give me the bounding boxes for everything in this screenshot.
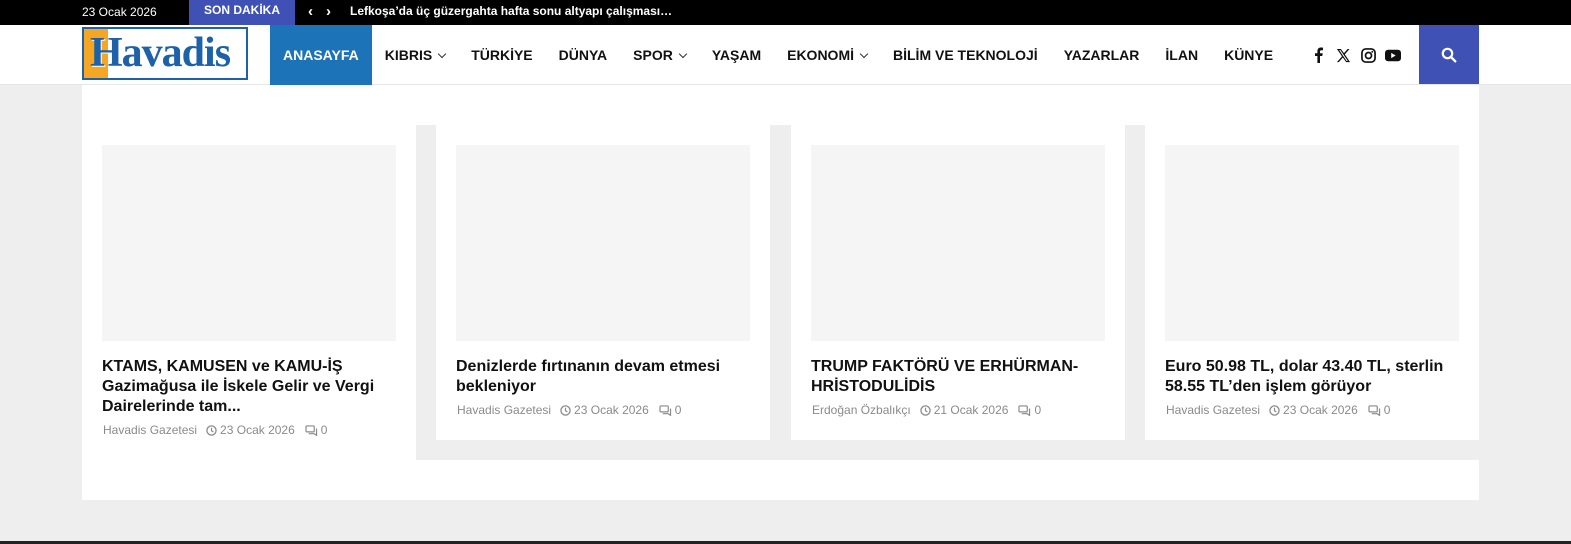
chevron-down-icon (859, 49, 869, 59)
ticker-headline-link[interactable]: Lefkoşa’da üç güzergahta hafta sonu alty… (350, 0, 672, 23)
nav-item-ekonomi[interactable]: EKONOMİ (774, 25, 880, 85)
nav-label: YAŞAM (711, 47, 762, 63)
article-meta: Havadis Gazetesi 23 Ocak 2026 0 (103, 423, 327, 437)
article-date: 21 Ocak 2026 (933, 403, 1009, 417)
article-date: 23 Ocak 2026 (574, 403, 649, 417)
instagram-icon[interactable] (1360, 47, 1376, 63)
article-card: Euro 50.98 TL, dolar 43.40 TL, sterlin 5… (1145, 125, 1479, 440)
social-links (1310, 25, 1401, 85)
nav-label: ANASAYFA (283, 47, 359, 63)
nav-item-yasam[interactable]: YAŞAM (699, 25, 774, 85)
nav-item-kunye[interactable]: KÜNYE (1211, 25, 1286, 85)
nav-item-kibris[interactable]: KIBRIS (372, 25, 458, 85)
breaking-news-label: SON DAKİKA (189, 0, 295, 25)
comment-icon (659, 404, 672, 416)
current-date: 23 Ocak 2026 (82, 5, 157, 19)
article-comment-count[interactable]: 0 (675, 403, 682, 417)
chevron-down-icon (678, 49, 688, 59)
logo-text: Havadis (90, 30, 231, 76)
article-meta: Havadis Gazetesi 23 Ocak 2026 0 (457, 403, 681, 417)
clock-icon (919, 404, 931, 416)
nav-item-dunya[interactable]: DÜNYA (546, 25, 621, 85)
facebook-icon[interactable] (1310, 47, 1326, 63)
article-date: 23 Ocak 2026 (220, 423, 295, 437)
nav-label: YAZARLAR (1063, 47, 1140, 63)
clock-icon (1269, 404, 1280, 416)
article-author[interactable]: Havadis Gazetesi (457, 403, 551, 417)
article-thumbnail[interactable] (456, 145, 750, 341)
article-author[interactable]: Havadis Gazetesi (103, 423, 197, 437)
nav-label: SPOR (633, 47, 673, 63)
article-meta: Erdoğan Özbalıkçı 21 Ocak 2026 0 (812, 403, 1041, 417)
site-logo[interactable]: Havadis (82, 27, 248, 80)
top-bar: 23 Ocak 2026 SON DAKİKA ‹ › Lefkoşa’da ü… (0, 0, 1571, 25)
nav-item-ilan[interactable]: İLAN (1152, 25, 1211, 85)
article-comment-count[interactable]: 0 (321, 423, 328, 437)
clock-icon (206, 424, 217, 436)
nav-item-bilim-teknoloji[interactable]: BİLİM VE TEKNOLOJİ (880, 25, 1051, 85)
nav-item-turkiye[interactable]: TÜRKİYE (458, 25, 545, 85)
comment-icon (305, 424, 318, 436)
chevron-down-icon (437, 49, 447, 59)
nav-label: İLAN (1165, 47, 1199, 63)
nav-label: BİLİM VE TEKNOLOJİ (893, 47, 1038, 63)
site-header: Havadis ANASAYFA KIBRIS TÜRKİYE DÜNYA SP… (0, 25, 1571, 85)
nav-item-anasayfa[interactable]: ANASAYFA (270, 25, 372, 85)
article-card: TRUMP FAKTÖRÜ VE ERHÜRMAN-HRİSTODULİDİS … (791, 125, 1125, 440)
nav-item-yazarlar[interactable]: YAZARLAR (1051, 25, 1153, 85)
clock-icon (560, 404, 571, 416)
article-title[interactable]: Denizlerde fırtınanın devam etmesi bekle… (456, 357, 756, 397)
youtube-icon[interactable] (1385, 47, 1401, 63)
article-card: KTAMS, KAMUSEN ve KAMU-İŞ Gazimağusa ile… (82, 125, 416, 460)
ticker-prev-icon[interactable]: ‹ (308, 0, 313, 23)
article-comment-count[interactable]: 0 (1384, 403, 1391, 417)
article-title[interactable]: TRUMP FAKTÖRÜ VE ERHÜRMAN-HRİSTODULİDİS (811, 357, 1091, 397)
article-meta: Havadis Gazetesi 23 Ocak 2026 0 (1166, 403, 1390, 417)
article-thumbnail[interactable] (811, 145, 1105, 341)
article-title[interactable]: KTAMS, KAMUSEN ve KAMU-İŞ Gazimağusa ile… (102, 357, 402, 417)
article-thumbnail[interactable] (102, 145, 396, 341)
search-button[interactable] (1419, 25, 1479, 84)
nav-label: DÜNYA (558, 47, 608, 63)
article-thumbnail[interactable] (1165, 145, 1459, 341)
article-comment-count[interactable]: 0 (1034, 403, 1041, 417)
nav-label: EKONOMİ (787, 47, 854, 63)
nav-label: KIBRIS (384, 47, 433, 63)
article-card: Denizlerde fırtınanın devam etmesi bekle… (436, 125, 770, 440)
ticker-next-icon[interactable]: › (326, 0, 331, 23)
x-twitter-icon[interactable] (1335, 47, 1351, 63)
article-author[interactable]: Havadis Gazetesi (1166, 403, 1260, 417)
comment-icon (1368, 404, 1381, 416)
comment-icon (1018, 404, 1031, 416)
article-title[interactable]: Euro 50.98 TL, dolar 43.40 TL, sterlin 5… (1165, 357, 1455, 397)
nav-item-spor[interactable]: SPOR (620, 25, 699, 85)
main-nav: ANASAYFA KIBRIS TÜRKİYE DÜNYA SPOR YAŞAM… (270, 25, 1286, 85)
article-date: 23 Ocak 2026 (1283, 403, 1358, 417)
article-author[interactable]: Erdoğan Özbalıkçı (812, 403, 911, 417)
search-icon (1441, 47, 1457, 62)
nav-label: TÜRKİYE (471, 47, 533, 63)
nav-label: KÜNYE (1224, 47, 1274, 63)
